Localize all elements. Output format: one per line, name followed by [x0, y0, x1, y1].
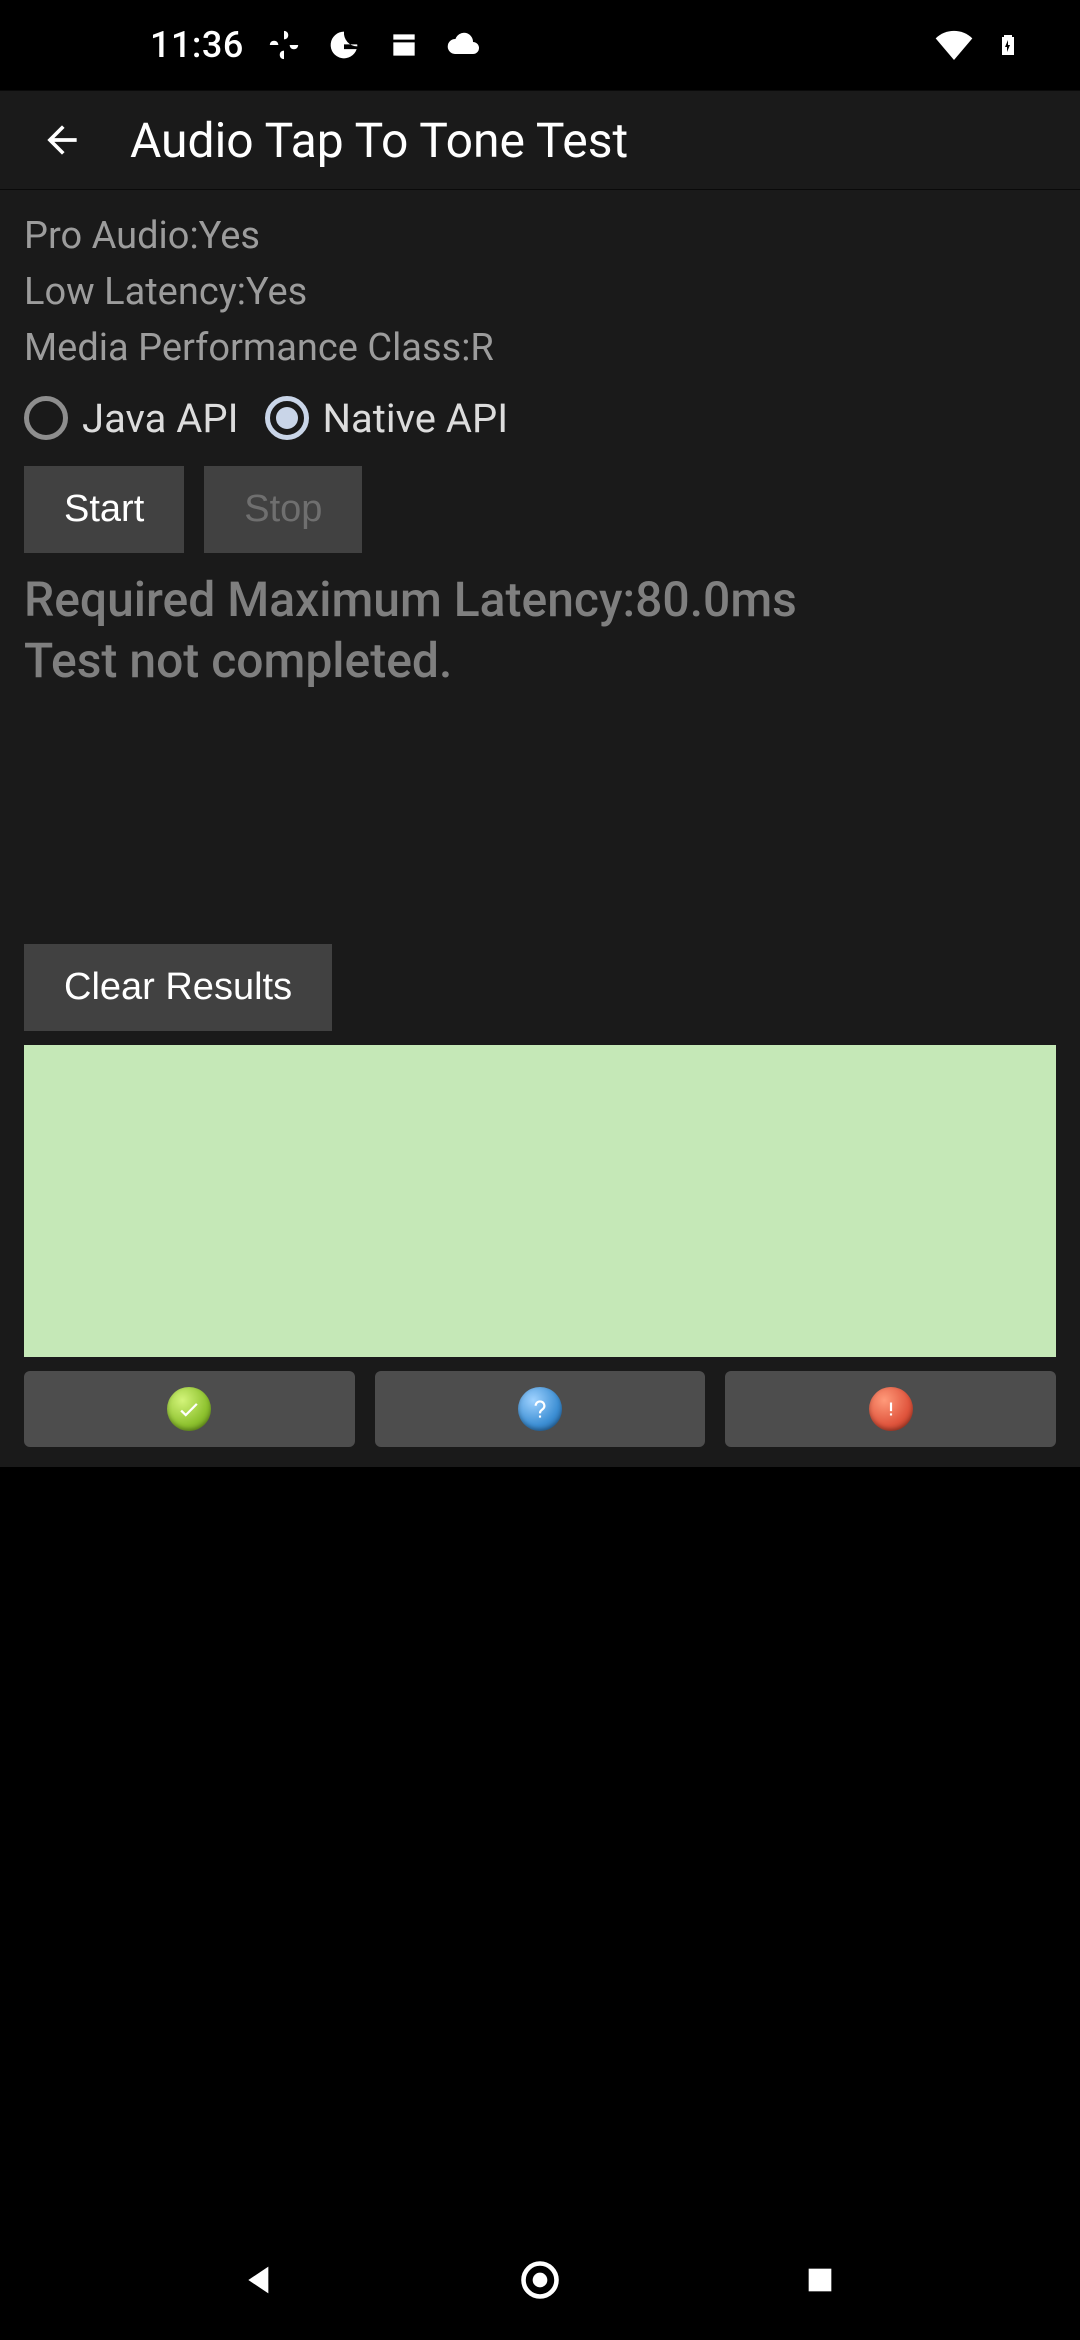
nav-home-button[interactable]	[505, 2245, 575, 2315]
pass-button[interactable]	[24, 1371, 355, 1447]
wifi-icon	[934, 25, 974, 65]
cloud-icon	[444, 25, 484, 65]
arrow-back-icon	[40, 118, 84, 162]
status-line-1: Required Maximum Latency:80.0ms	[24, 571, 1056, 629]
app-bar: Audio Tap To Tone Test	[0, 90, 1080, 190]
tap-panel[interactable]	[24, 1045, 1056, 1357]
api-radio-group: Java API Native API	[24, 395, 1056, 442]
clear-results-button[interactable]: Clear Results	[24, 944, 332, 1031]
radio-label-java: Java API	[82, 395, 239, 442]
status-left: 11:36	[150, 24, 484, 66]
nav-recent-button[interactable]	[785, 2245, 855, 2315]
media-perf-line: Media Performance Class:R	[24, 320, 1056, 376]
circle-home-icon	[518, 2258, 562, 2302]
stop-button: Stop	[204, 466, 362, 553]
status-bar: 11:36	[0, 0, 1080, 90]
clear-row: Clear Results	[24, 944, 1056, 1031]
status-line-2: Test not completed.	[24, 632, 1056, 690]
low-latency-line: Low Latency:Yes	[24, 264, 1056, 320]
back-button[interactable]	[34, 112, 90, 168]
status-right	[934, 25, 1028, 65]
question-icon	[518, 1387, 562, 1431]
control-button-row: Start Stop	[24, 466, 1056, 553]
g-icon	[324, 25, 364, 65]
radio-icon-selected	[265, 396, 309, 440]
alert-icon	[869, 1387, 913, 1431]
radio-native-api[interactable]: Native API	[265, 395, 509, 442]
system-nav-bar	[0, 2220, 1080, 2340]
pinwheel-icon	[264, 25, 304, 65]
status-text: Required Maximum Latency:80.0ms Test not…	[24, 571, 1056, 690]
radio-java-api[interactable]: Java API	[24, 395, 239, 442]
radio-label-native: Native API	[323, 395, 509, 442]
result-button-row	[24, 1371, 1056, 1447]
fail-button[interactable]	[725, 1371, 1056, 1447]
pro-audio-line: Pro Audio:Yes	[24, 208, 1056, 264]
square-recent-icon	[803, 2263, 837, 2297]
nav-back-button[interactable]	[225, 2245, 295, 2315]
radio-icon	[24, 396, 68, 440]
calendar-icon	[384, 25, 424, 65]
battery-charging-icon	[988, 25, 1028, 65]
info-button[interactable]	[375, 1371, 706, 1447]
content-area: Pro Audio:Yes Low Latency:Yes Media Perf…	[0, 190, 1080, 1467]
status-time: 11:36	[150, 24, 244, 66]
spacer	[24, 704, 1056, 944]
start-button[interactable]: Start	[24, 466, 184, 553]
triangle-back-icon	[240, 2260, 280, 2300]
check-icon	[167, 1387, 211, 1431]
page-title: Audio Tap To Tone Test	[130, 112, 628, 169]
